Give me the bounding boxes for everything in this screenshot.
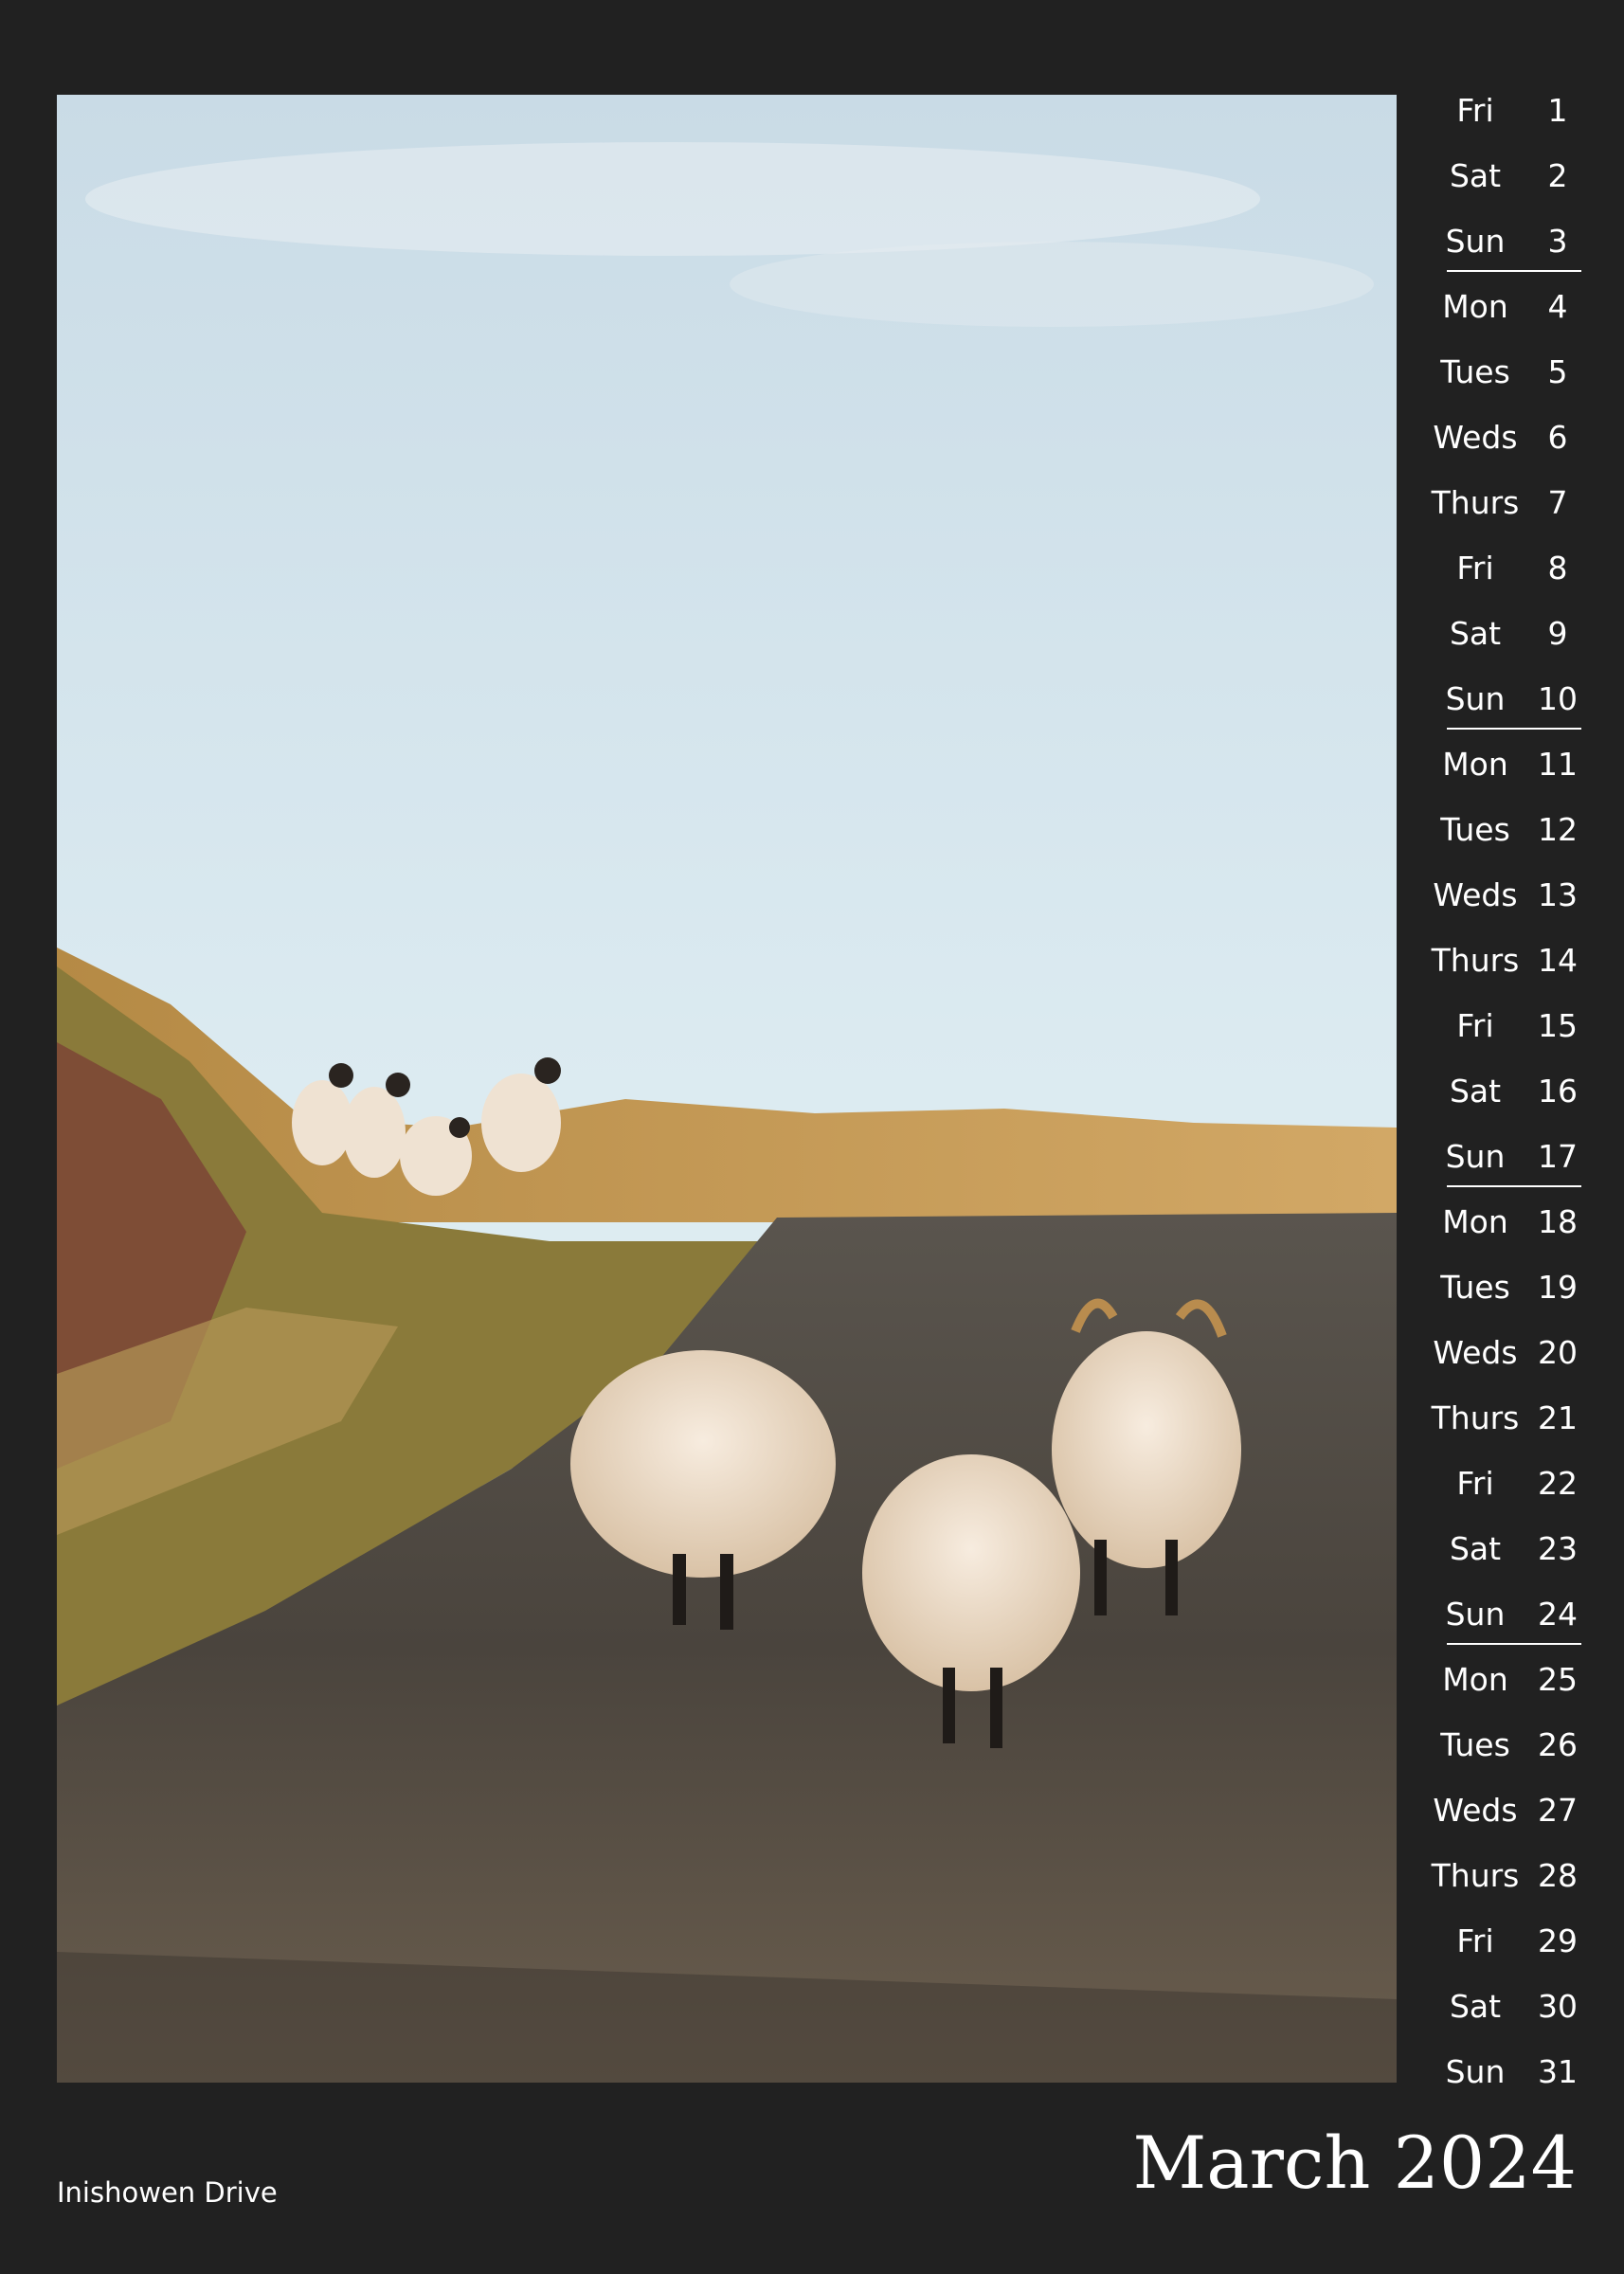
day-name: Tues xyxy=(1440,1726,1510,1763)
day-row: Tues 26 xyxy=(1409,1723,1585,1788)
day-name: Mon xyxy=(1442,746,1508,783)
day-name: Tues xyxy=(1440,811,1510,848)
day-number: 17 xyxy=(1538,1138,1578,1175)
day-number: 1 xyxy=(1547,92,1568,129)
day-number: 9 xyxy=(1547,615,1568,652)
day-number: 11 xyxy=(1538,746,1578,783)
day-name: Tues xyxy=(1440,353,1510,390)
day-number: 10 xyxy=(1538,680,1578,717)
day-name: Thurs xyxy=(1431,1399,1520,1436)
day-row: Mon 18 xyxy=(1409,1200,1585,1265)
day-row: Fri 15 xyxy=(1409,1003,1585,1069)
photo-location-caption: Inishowen Drive xyxy=(57,2176,278,2209)
day-row: Weds 6 xyxy=(1409,415,1585,480)
day-number: 16 xyxy=(1538,1073,1578,1110)
day-name: Sat xyxy=(1449,157,1502,194)
day-number: 19 xyxy=(1538,1269,1578,1306)
photo-sheep-on-road xyxy=(57,95,1397,2083)
day-number: 23 xyxy=(1538,1530,1578,1567)
day-name: Weds xyxy=(1433,419,1518,456)
day-name: Weds xyxy=(1433,1792,1518,1829)
day-number: 13 xyxy=(1538,876,1578,913)
day-number: 4 xyxy=(1547,288,1568,325)
day-number: 21 xyxy=(1538,1399,1578,1436)
day-number: 22 xyxy=(1538,1465,1578,1502)
day-row: Sun 17 xyxy=(1409,1134,1585,1200)
day-row: Weds 20 xyxy=(1409,1330,1585,1396)
day-name: Fri xyxy=(1456,92,1494,129)
day-number: 28 xyxy=(1538,1857,1578,1894)
day-row: Tues 12 xyxy=(1409,807,1585,873)
day-row: Fri 22 xyxy=(1409,1461,1585,1526)
day-name: Mon xyxy=(1442,1203,1508,1240)
day-name: Sun xyxy=(1445,2053,1506,2090)
day-name: Fri xyxy=(1456,1922,1494,1959)
day-name: Fri xyxy=(1456,1465,1494,1502)
day-row: Weds 27 xyxy=(1409,1788,1585,1853)
day-number: 29 xyxy=(1538,1922,1578,1959)
day-row: Weds 13 xyxy=(1409,873,1585,938)
day-name: Weds xyxy=(1433,876,1518,913)
day-row: Fri 8 xyxy=(1409,546,1585,611)
day-name: Sat xyxy=(1449,615,1502,652)
day-row: Sat 2 xyxy=(1409,153,1585,219)
day-row: Thurs 28 xyxy=(1409,1853,1585,1919)
day-number: 25 xyxy=(1538,1661,1578,1698)
day-name: Mon xyxy=(1442,1661,1508,1698)
day-row: Fri 1 xyxy=(1409,88,1585,153)
day-number: 8 xyxy=(1547,550,1568,587)
day-row: Sun 24 xyxy=(1409,1592,1585,1657)
day-name: Sat xyxy=(1449,1988,1502,2025)
month-title: March 2024 xyxy=(1132,2121,1577,2205)
day-row: Sun 10 xyxy=(1409,677,1585,742)
day-number: 12 xyxy=(1538,811,1578,848)
day-number: 18 xyxy=(1538,1203,1578,1240)
day-name: Sun xyxy=(1445,1138,1506,1175)
day-name: Sat xyxy=(1449,1530,1502,1567)
day-row: Mon 4 xyxy=(1409,284,1585,350)
day-number: 31 xyxy=(1538,2053,1578,2090)
day-number: 24 xyxy=(1538,1596,1578,1633)
day-number: 7 xyxy=(1547,484,1568,521)
day-number: 3 xyxy=(1547,223,1568,260)
day-number: 27 xyxy=(1538,1792,1578,1829)
day-row: Mon 11 xyxy=(1409,742,1585,807)
day-row: Sat 9 xyxy=(1409,611,1585,677)
day-number: 30 xyxy=(1538,1988,1578,2025)
day-name: Mon xyxy=(1442,288,1508,325)
day-row: Sun 31 xyxy=(1409,2049,1585,2115)
day-name: Thurs xyxy=(1431,1857,1520,1894)
day-row: Tues 5 xyxy=(1409,350,1585,415)
day-number: 6 xyxy=(1547,419,1568,456)
day-row: Sat 30 xyxy=(1409,1984,1585,2049)
day-number: 15 xyxy=(1538,1007,1578,1044)
day-name: Sat xyxy=(1449,1073,1502,1110)
day-name: Sun xyxy=(1445,1596,1506,1633)
day-name: Fri xyxy=(1456,1007,1494,1044)
day-list: Fri 1 Sat 2 Sun 3 Mon 4 Tues 5 Weds 6 Thurs 7 Fri 8 Sat 9… xyxy=(1409,88,1585,2182)
day-name: Sun xyxy=(1445,223,1506,260)
day-row: Thurs 14 xyxy=(1409,938,1585,1003)
day-number: 14 xyxy=(1538,942,1578,979)
day-number: 20 xyxy=(1538,1334,1578,1371)
day-number: 2 xyxy=(1547,157,1568,194)
day-number: 5 xyxy=(1547,353,1568,390)
day-name: Tues xyxy=(1440,1269,1510,1306)
day-name: Thurs xyxy=(1431,484,1520,521)
day-row: Fri 29 xyxy=(1409,1919,1585,1984)
day-row: Thurs 21 xyxy=(1409,1396,1585,1461)
day-row: Sat 16 xyxy=(1409,1069,1585,1134)
day-row: Thurs 7 xyxy=(1409,480,1585,546)
day-row: Sun 3 xyxy=(1409,219,1585,284)
day-row: Tues 19 xyxy=(1409,1265,1585,1330)
day-row: Sat 23 xyxy=(1409,1526,1585,1592)
day-name: Weds xyxy=(1433,1334,1518,1371)
day-name: Fri xyxy=(1456,550,1494,587)
day-name: Sun xyxy=(1445,680,1506,717)
day-name: Thurs xyxy=(1431,942,1520,979)
day-number: 26 xyxy=(1538,1726,1578,1763)
day-row: Mon 25 xyxy=(1409,1657,1585,1723)
